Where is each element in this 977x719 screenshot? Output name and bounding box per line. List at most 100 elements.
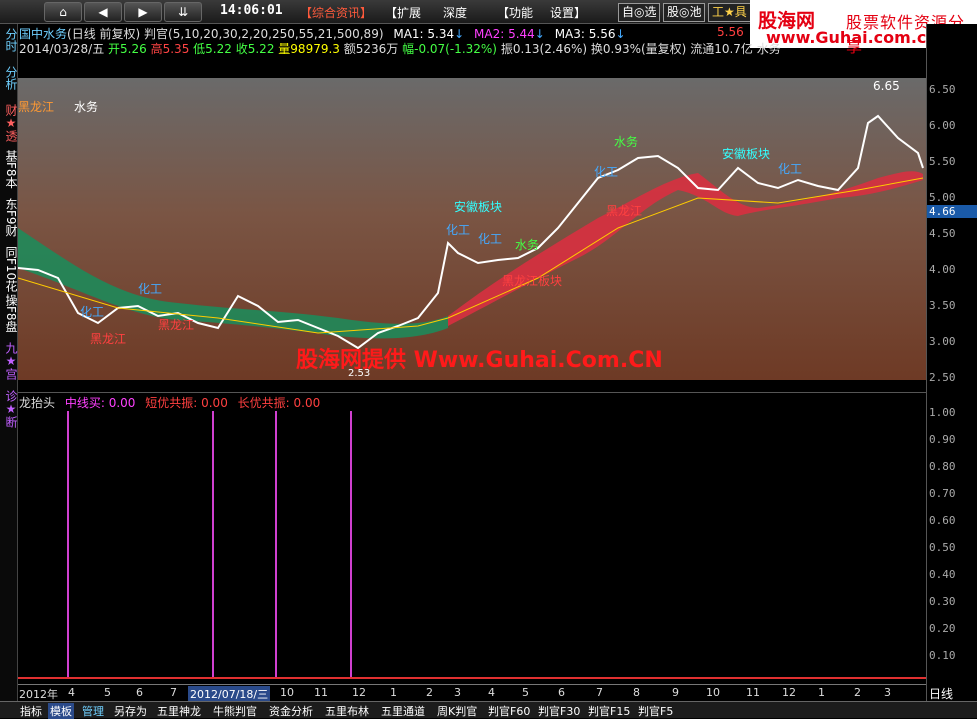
time-label: 2: [426, 686, 433, 699]
tag-heilongjiang: 黑龙江: [606, 204, 643, 218]
quote-open: 开5.26: [108, 42, 147, 56]
long-resonance: 长优共振: 0.00: [237, 396, 321, 410]
sub-tick: 1.00: [929, 406, 956, 419]
mid-buy: 中线买: 0.00: [64, 396, 136, 410]
period-button[interactable]: 日线: [929, 685, 953, 702]
chart-label-water: 水务: [74, 100, 99, 114]
tag-chemical: 化工: [594, 165, 619, 179]
time-label: 5: [522, 686, 529, 699]
time-label: 2: [854, 686, 861, 699]
sidebar-intraday[interactable]: 分时: [0, 28, 18, 52]
price-tick: 6.00: [929, 119, 956, 132]
sub-tick: 0.30: [929, 595, 956, 608]
quote-change: 幅-0.07(-1.32%): [402, 42, 497, 56]
quote-float: 流通10.7亿: [690, 42, 753, 56]
tag-anhui: 安徽板块: [454, 200, 503, 214]
ma-extra-value: 5.56: [717, 25, 744, 39]
indicator-header: 龙抬头 中线买: 0.00 短优共振: 0.00 长优共振: 0.00: [19, 394, 320, 411]
sub-tick: 0.60: [929, 514, 956, 527]
bottom-tabs: 指标 模板 管理 另存为 五里神龙 牛熊判官 资金分析 五里布林 五里通道 周K…: [0, 701, 977, 719]
menu-function[interactable]: 【功能: [497, 4, 533, 21]
sub-tick: 0.20: [929, 622, 956, 635]
ma1-value: MA1: 5.34: [393, 27, 455, 41]
time-label: 7: [596, 686, 603, 699]
period-label: (日线 前复权): [67, 27, 141, 41]
sub-tick: 0.90: [929, 433, 956, 446]
sub-tick: 0.10: [929, 649, 956, 662]
sidebar-eastmoney[interactable]: 东F9财: [0, 198, 18, 237]
banner-url: www.Guhai.com.cn: [766, 28, 938, 47]
quote-close: 收5.22: [235, 42, 275, 56]
price-tick: 3.50: [929, 299, 956, 312]
time-label: 12: [352, 686, 366, 699]
time-label: 7: [170, 686, 177, 699]
back-button[interactable]: ◀: [84, 2, 122, 22]
forward-button[interactable]: ▶: [124, 2, 162, 22]
home-button[interactable]: ⌂: [44, 2, 82, 22]
price-tick: 5.00: [929, 191, 956, 204]
time-label: 12: [782, 686, 796, 699]
quote-volume: 量98979.3: [278, 42, 340, 56]
time-label: 1: [818, 686, 825, 699]
sub-tick: 0.40: [929, 568, 956, 581]
quote-industry: 水务: [756, 42, 781, 56]
quote-turnover: 换0.93%(量复权): [590, 42, 687, 56]
price-tick: 6.50: [929, 83, 956, 96]
sidebar-ninegrid[interactable]: 九★宫: [0, 342, 18, 380]
menu-extend[interactable]: 【扩展: [385, 4, 421, 21]
tag-anhui: 安徽板块: [722, 147, 771, 161]
sub-tick: 0.50: [929, 541, 956, 554]
stock-name[interactable]: 国中水务: [19, 27, 67, 41]
time-label: 1: [390, 686, 397, 699]
expand-button[interactable]: ⇊: [164, 2, 202, 22]
time-label: 3: [454, 686, 461, 699]
menu-news[interactable]: 【综合资讯】: [300, 4, 372, 21]
menu-settings[interactable]: 设置】: [550, 4, 586, 21]
time-label: 10: [280, 686, 294, 699]
tag-chemical: 化工: [478, 232, 503, 246]
tag-heilongjiang: 黑龙江: [90, 332, 127, 346]
price-chart[interactable]: 黑龙江 水务 6.65 2.53 股海网提供 Www.Guhai.Com.CN …: [17, 78, 926, 380]
price-tick: 2.50: [929, 371, 956, 384]
tag-heilongjiang-board: 黑龙江板块: [502, 274, 563, 288]
sub-tick: 0.80: [929, 460, 956, 473]
ma3-value: MA3: 5.56: [554, 27, 616, 41]
short-resonance: 短优共振: 0.00: [145, 396, 228, 410]
time-label: 11: [746, 686, 760, 699]
time-label: 2012年: [19, 688, 58, 701]
down-arrow-icon: ↓: [454, 27, 465, 41]
tag-chemical: 化工: [138, 282, 163, 296]
tools-button[interactable]: 工★具: [708, 3, 751, 22]
sidebar-trade[interactable]: 操F8盘: [0, 294, 18, 333]
cursor-date: 2012/07/18/三: [188, 686, 271, 702]
stockpool-button[interactable]: 股◎池: [663, 3, 706, 22]
sidebar-fundamental[interactable]: 基F8本: [0, 150, 18, 189]
price-tick: 4.50: [929, 227, 956, 240]
tag-chemical: 化工: [778, 162, 803, 176]
sidebar-analysis[interactable]: 分析: [0, 66, 18, 90]
watermark: 股海网提供 Www.Guhai.Com.CN: [296, 348, 663, 373]
quote-low: 低5.22: [193, 42, 232, 56]
indicator-name: 龙抬头: [19, 396, 56, 410]
sidebar-diagnose[interactable]: 诊★断: [0, 390, 18, 428]
price-chart-svg: [17, 114, 924, 350]
chart-label-heilongjiang: 黑龙江: [18, 100, 55, 114]
quote-line: 2014/03/28/五 开5.26 高5.35 低5.22 收5.22 量98…: [19, 40, 781, 57]
quote-high: 高5.35: [150, 42, 190, 56]
sidebar-finance[interactable]: 财★透: [0, 104, 18, 142]
watchlist-button[interactable]: 自◎选: [618, 3, 661, 22]
time-label: 6: [558, 686, 565, 699]
current-price-tag: 4.66: [927, 205, 977, 218]
tag-chemical: 化工: [446, 223, 471, 237]
quote-amount: 额5236万: [343, 42, 399, 56]
clock: 14:06:01: [220, 3, 283, 18]
menu-depth[interactable]: 深度: [443, 4, 467, 21]
sidebar-ths[interactable]: 同F10花: [0, 246, 18, 292]
tag-heilongjiang: 黑龙江: [158, 318, 195, 332]
time-label: 9: [672, 686, 679, 699]
indicator-panel[interactable]: [18, 392, 926, 681]
ma2-value: MA2: 5.44: [474, 27, 535, 41]
tag-chemical: 化工: [80, 305, 105, 319]
time-label: 10: [706, 686, 720, 699]
down-arrow-icon: ↓: [534, 27, 545, 41]
